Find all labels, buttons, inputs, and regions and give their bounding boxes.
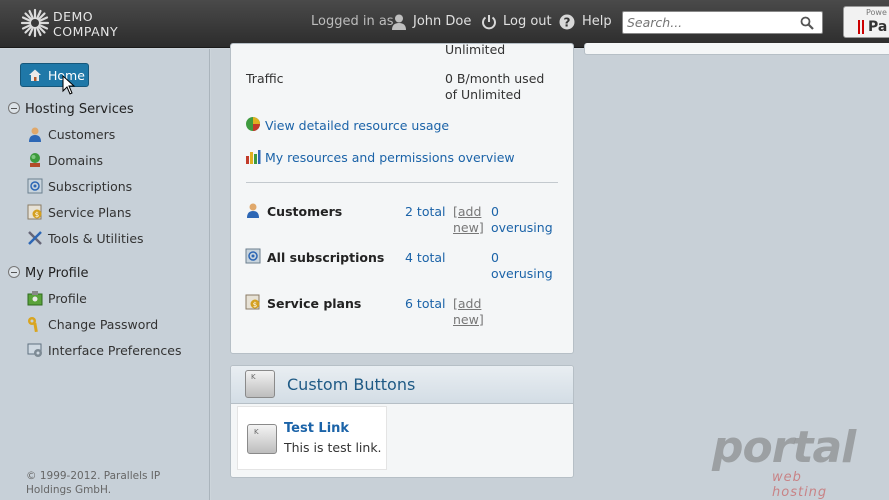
search-icon[interactable] [800, 16, 814, 30]
custom-buttons-title: Custom Buttons [287, 375, 416, 394]
watermark-logo: portal web hosting [712, 422, 862, 500]
right-panel [584, 43, 889, 55]
customers-total-link[interactable]: 2 total [405, 204, 446, 219]
collapse-icon[interactable] [8, 102, 20, 114]
resources-permissions-link[interactable]: My resources and permissions overview [265, 150, 515, 165]
customer-icon [29, 127, 41, 142]
pie-chart-icon [246, 117, 260, 131]
sidebar-item-label: Change Password [48, 317, 159, 332]
custom-buttons-header: K Custom Buttons [231, 366, 573, 404]
user-icon [392, 14, 406, 30]
home-icon [29, 69, 41, 81]
logo-line-1: DEMO [53, 9, 94, 24]
key-icon [28, 317, 38, 332]
sidebar-item-label: Subscriptions [48, 179, 133, 194]
sidebar-item-label: Domains [48, 153, 104, 168]
subscriptions-overusing-label[interactable]: overusing [491, 266, 553, 282]
sidebar-item-label: Service Plans [48, 205, 132, 220]
service-plans-label: Service plans [267, 296, 362, 311]
logo-star-icon [20, 8, 50, 38]
preferences-icon [27, 343, 42, 357]
section-title: My Profile [25, 266, 89, 281]
subscription-icon [245, 248, 261, 264]
profile-icon [27, 291, 43, 306]
custom-buttons-panel: K Custom Buttons K Test Link This is tes… [230, 365, 574, 478]
watermark-brand: portal [712, 422, 856, 473]
subscription-icon [27, 178, 43, 194]
company-logo[interactable]: DEMO COMPANY [20, 7, 130, 41]
custom-button-key-icon: K [245, 370, 275, 398]
section-my-profile[interactable]: My Profile [8, 265, 88, 281]
watermark-tagline: web hosting [772, 470, 828, 500]
logout-link[interactable]: Log out [503, 14, 552, 29]
unlimited-value: Unlimited [445, 42, 506, 57]
user-name-link[interactable]: John Doe [413, 14, 471, 29]
test-link[interactable]: Test Link [284, 421, 349, 436]
top-bar: DEMO COMPANY Logged in as John Doe Log o… [0, 0, 889, 48]
search-input[interactable] [627, 14, 797, 31]
customers-overusing-label[interactable]: overusing [491, 220, 553, 236]
mouse-cursor-icon [62, 75, 76, 95]
sidebar: Home Hosting Services Customers Domains … [0, 49, 210, 500]
logged-in-label: Logged in as [311, 14, 394, 29]
collapse-icon[interactable] [8, 266, 20, 278]
tools-icon [28, 231, 42, 245]
svg-text:$: $ [35, 211, 39, 219]
resources-panel: Unlimited Traffic 0 B/month used of Unli… [230, 42, 574, 354]
traffic-used: 0 B/month used [445, 71, 545, 86]
logo-line-2: COMPANY [53, 24, 119, 39]
key-letter: K [254, 428, 259, 436]
powered-by-label: Powe [866, 8, 887, 17]
service-plans-total-link[interactable]: 6 total [405, 296, 446, 311]
service-plan-icon: $ [245, 294, 260, 310]
svg-text:?: ? [564, 16, 571, 30]
help-icon[interactable]: ? [559, 14, 575, 30]
test-link-key-icon[interactable]: K [247, 424, 277, 454]
subscriptions-overusing-count[interactable]: 0 [491, 250, 499, 266]
section-hosting-services[interactable]: Hosting Services [8, 101, 134, 117]
subscriptions-label: All subscriptions [267, 250, 385, 265]
home-button[interactable]: Home [20, 63, 89, 87]
powered-brand: Pa [868, 19, 888, 35]
powered-by-badge[interactable]: Powe Pa [843, 6, 889, 38]
add-service-plan-link[interactable]: [add new] [453, 296, 484, 328]
add-customer-link[interactable]: [add new] [453, 204, 484, 236]
customers-label: Customers [267, 204, 343, 219]
test-link-description: This is test link. [284, 440, 382, 455]
key-letter: K [251, 373, 256, 381]
search-box[interactable] [622, 11, 823, 34]
power-icon[interactable] [481, 14, 497, 30]
customer-icon [247, 203, 259, 218]
sidebar-item-label: Tools & Utilities [48, 231, 144, 246]
sidebar-item-label: Profile [48, 291, 87, 306]
traffic-label: Traffic [246, 71, 284, 86]
service-plan-icon: $ [27, 204, 42, 220]
divider [246, 182, 558, 183]
customers-overusing-count[interactable]: 0 [491, 204, 499, 220]
domain-icon [30, 153, 40, 167]
svg-text:$: $ [253, 301, 257, 309]
sidebar-item-label: Interface Preferences [48, 343, 182, 358]
sidebar-item-label: Customers [48, 127, 116, 142]
help-link[interactable]: Help [582, 14, 612, 29]
section-title: Hosting Services [25, 102, 134, 117]
traffic-limit: of Unlimited [445, 87, 522, 102]
copyright-text: © 1999-2012. Parallels IP Holdings GmbH. [26, 470, 161, 496]
parallels-bars-icon [858, 20, 864, 34]
view-resource-usage-link[interactable]: View detailed resource usage [265, 118, 449, 133]
bar-chart-icon [246, 150, 261, 164]
test-link-item[interactable]: K Test Link This is test link. [238, 407, 386, 469]
subscriptions-total-link[interactable]: 4 total [405, 250, 446, 265]
